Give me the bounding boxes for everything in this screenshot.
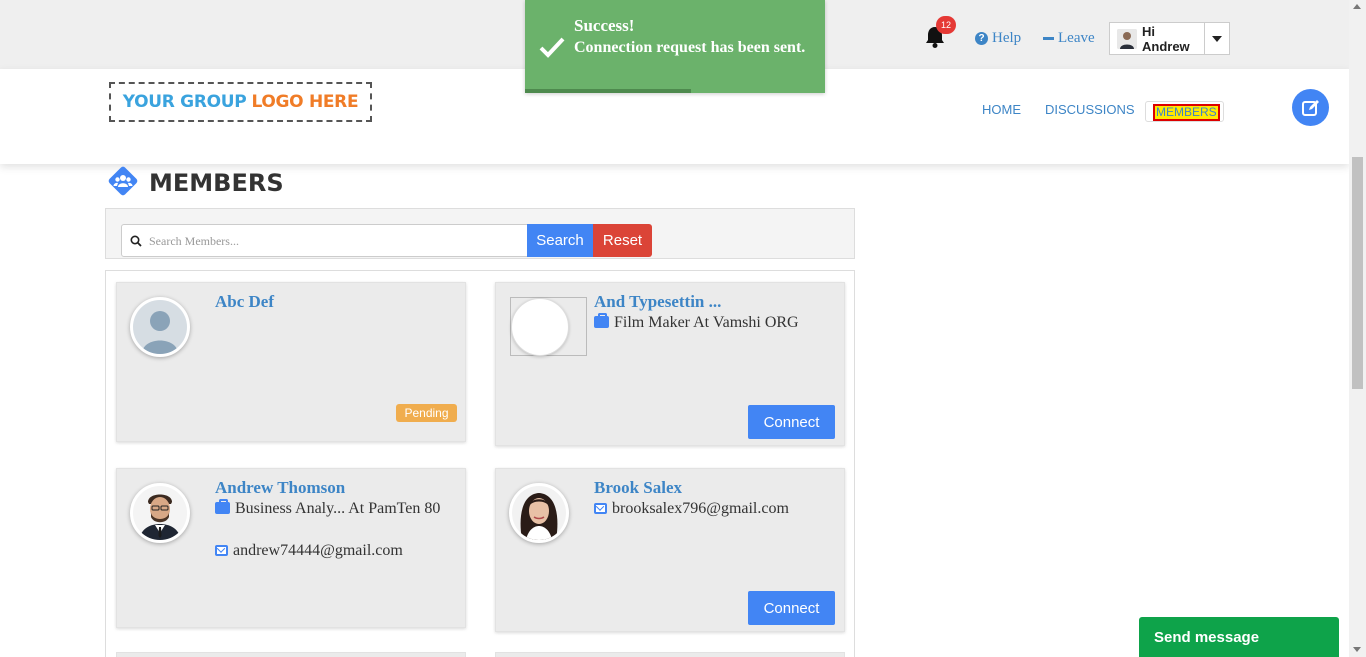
member-name[interactable]: And Typesettin ... (594, 292, 721, 312)
nav-members-container: MEMBERS (1145, 101, 1224, 122)
logo-text-1: YOUR GROUP (122, 92, 247, 112)
compose-button[interactable] (1292, 89, 1329, 126)
user-greeting: Hi Andrew (1142, 23, 1190, 54)
leave-label: Leave (1058, 30, 1095, 46)
help-label: Help (992, 30, 1022, 46)
briefcase-icon (594, 313, 609, 328)
scroll-up-arrow[interactable] (1353, 4, 1361, 9)
connect-button[interactable]: Connect (748, 591, 835, 625)
connect-button[interactable]: Connect (748, 405, 835, 439)
member-card: Abc Def Pending (116, 282, 466, 442)
toast-title: Success! (574, 16, 635, 35)
member-job: Business Analy... At PamTen 80 (215, 498, 455, 519)
user-avatar (1117, 28, 1137, 49)
page-title: MEMBERS (149, 169, 284, 197)
logo-text-2: LOGO HERE (251, 92, 359, 112)
member-card: Brook Salex brooksalex796@gmail.com Conn… (495, 468, 845, 632)
check-icon (539, 37, 565, 58)
edit-icon (1301, 99, 1319, 116)
question-circle-icon: ? (975, 32, 988, 45)
default-user-icon (133, 300, 187, 354)
leave-link[interactable]: Leave (1043, 30, 1095, 47)
nav-home[interactable]: HOME (982, 102, 1021, 117)
member-name[interactable]: Brook Salex (594, 478, 682, 498)
send-message-button[interactable]: Send message (1139, 617, 1339, 657)
nav-members[interactable]: MEMBERS (1153, 104, 1220, 121)
avatar[interactable] (510, 297, 587, 356)
avatar[interactable] (130, 483, 190, 543)
member-email-text: brooksalex796@gmail.com (612, 500, 789, 517)
help-link[interactable]: ? Help (975, 30, 1021, 47)
envelope-icon (215, 545, 228, 556)
envelope-icon (594, 503, 607, 514)
group-logo[interactable]: YOUR GROUP LOGO HERE (109, 82, 372, 122)
member-name[interactable]: Abc Def (215, 292, 274, 312)
broken-image-icon (511, 298, 569, 356)
user-menu-toggle[interactable] (1204, 23, 1229, 54)
member-job-text: Business Analy... At PamTen 80 (235, 500, 441, 517)
briefcase-icon (215, 499, 230, 514)
search-icon (130, 235, 142, 247)
avatar[interactable] (130, 297, 190, 357)
member-email: andrew74444@gmail.com (215, 540, 455, 561)
reset-button[interactable]: Reset (593, 224, 652, 257)
search-field[interactable] (121, 224, 528, 257)
member-job: Film Maker At Vamshi ORG (594, 312, 834, 333)
member-email: brooksalex796@gmail.com (594, 498, 834, 519)
user-menu[interactable]: Hi Andrew (1109, 22, 1230, 55)
search-input[interactable] (149, 231, 519, 251)
user-photo (512, 486, 566, 540)
member-card-partial (495, 652, 845, 657)
search-button[interactable]: Search (527, 224, 593, 257)
toast-message: Connection request has been sent. (574, 39, 806, 56)
member-email-text: andrew74444@gmail.com (233, 542, 403, 559)
member-name[interactable]: Andrew Thomson (215, 478, 345, 498)
avatar[interactable] (509, 483, 569, 543)
scroll-down-arrow[interactable] (1353, 647, 1361, 652)
scrollbar-thumb[interactable] (1352, 157, 1363, 389)
user-photo (133, 486, 187, 540)
nav-discussions[interactable]: DISCUSSIONS (1045, 102, 1135, 117)
member-card: Andrew Thomson Business Analy... At PamT… (116, 468, 466, 628)
toast-progress-bar (525, 89, 691, 93)
notification-badge: 12 (936, 16, 956, 34)
caret-down-icon (1212, 35, 1222, 42)
success-toast[interactable]: Success! Connection request has been sen… (525, 0, 825, 93)
minus-icon (1043, 37, 1054, 40)
member-card: And Typesettin ... Film Maker At Vamshi … (495, 282, 845, 446)
members-icon (108, 166, 138, 196)
member-job-text: Film Maker At Vamshi ORG (614, 314, 799, 331)
member-card-partial (116, 652, 466, 657)
status-badge: Pending (396, 404, 457, 422)
